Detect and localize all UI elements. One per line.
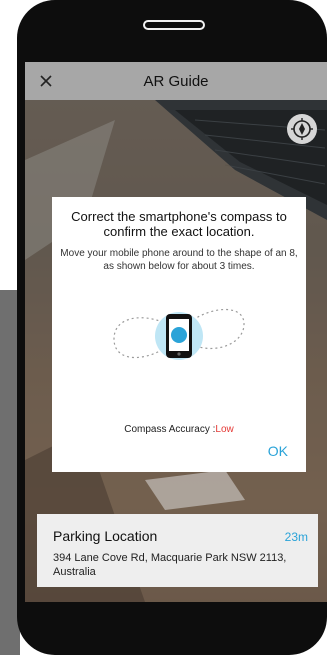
parking-title: Parking Location [53, 528, 158, 544]
compass-icon [291, 118, 313, 140]
parking-distance: 23m [284, 530, 308, 544]
phone-figure-eight-icon [113, 309, 245, 360]
parking-location-card[interactable]: Parking Location 23m 394 Lane Cove Rd, M… [37, 514, 318, 587]
chevron-right-icon [0, 255, 14, 279]
compass-accuracy: Compass Accuracy :Low [52, 424, 306, 435]
accuracy-label: Compass Accuracy : [124, 424, 216, 435]
compass-button[interactable] [287, 114, 317, 144]
app-screen: AR Guide Correct the smartphone's compas… [25, 62, 327, 602]
dialog-description: Move your mobile phone around to the sha… [60, 248, 298, 272]
parking-address: 394 Lane Cove Rd, Macquarie Park NSW 211… [53, 552, 287, 578]
page-title: AR Guide [143, 73, 209, 90]
accuracy-value: Low [215, 424, 234, 435]
phone-notch [143, 20, 205, 30]
compass-calibration-dialog: Correct the smartphone's compass to conf… [52, 197, 306, 472]
ok-button[interactable]: OK [268, 443, 288, 459]
app-header: AR Guide [25, 62, 327, 100]
dialog-title: Correct the smartphone's compass to conf… [71, 209, 287, 239]
